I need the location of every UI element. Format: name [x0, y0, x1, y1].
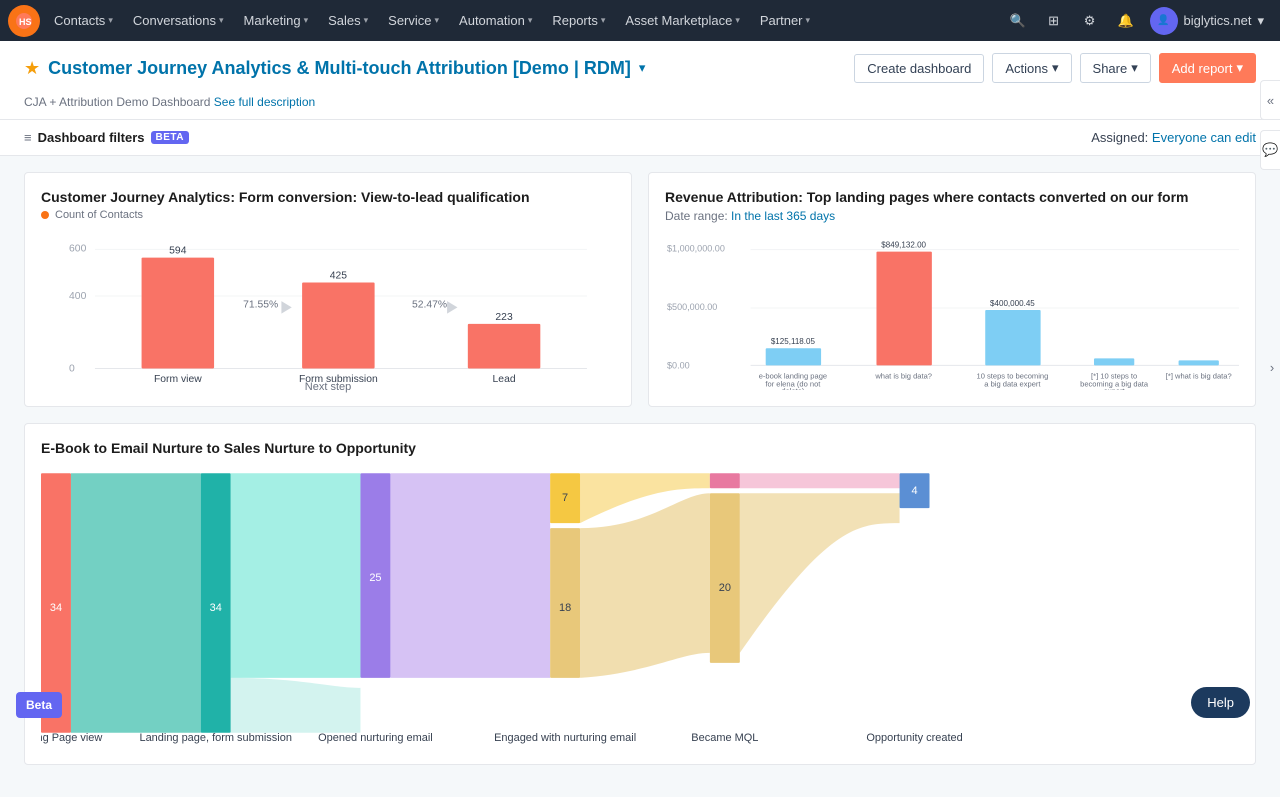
chevron-down-icon: ▾ — [1052, 60, 1059, 76]
nav-contacts[interactable]: Contacts ▾ — [44, 0, 123, 41]
chevron-down-icon: ▾ — [601, 15, 606, 26]
nav-service[interactable]: Service ▾ — [378, 0, 449, 41]
nav-marketing[interactable]: Marketing ▾ — [233, 0, 318, 41]
svg-text:400: 400 — [69, 291, 87, 302]
svg-text:$849,132.00: $849,132.00 — [881, 241, 926, 250]
svg-text:0: 0 — [69, 364, 75, 375]
marketplace-icon[interactable]: ⊞ — [1038, 5, 1070, 37]
svg-text:HS: HS — [19, 17, 32, 27]
main-content: Customer Journey Analytics: Form convers… — [0, 156, 1280, 797]
svg-text:4: 4 — [911, 485, 917, 497]
legend-dot — [41, 211, 49, 219]
svg-text:34: 34 — [210, 602, 222, 614]
page-title: Customer Journey Analytics & Multi-touch… — [48, 58, 631, 79]
top-navigation: HS Contacts ▾ Conversations ▾ Marketing … — [0, 0, 1280, 41]
svg-text:20: 20 — [719, 582, 731, 594]
nav-asset-marketplace[interactable]: Asset Marketplace ▾ — [615, 0, 749, 41]
nav-automation[interactable]: Automation ▾ — [449, 0, 542, 41]
chevron-right-icon: › — [1270, 360, 1274, 375]
svg-text:$1,000,000.00: $1,000,000.00 — [667, 244, 725, 254]
svg-text:18: 18 — [559, 602, 571, 614]
chevron-down-icon: ▾ — [1236, 60, 1243, 76]
svg-text:what is big data?: what is big data? — [874, 371, 932, 380]
chevron-down-icon: ▾ — [1131, 60, 1138, 76]
nav-conversations[interactable]: Conversations ▾ — [123, 0, 234, 41]
help-button[interactable]: Help — [1191, 687, 1250, 718]
svg-text:25: 25 — [369, 572, 381, 584]
everyone-can-edit-link[interactable]: Everyone can edit — [1152, 130, 1256, 145]
chevron-down-icon: ▾ — [806, 15, 811, 26]
sankey-title: E-Book to Email Nurture to Sales Nurture… — [41, 440, 1239, 456]
username-label: biglytics.net — [1184, 13, 1252, 28]
funnel-chart-title: Customer Journey Analytics: Form convers… — [41, 189, 615, 205]
svg-text:Form view: Form view — [154, 374, 202, 384]
assigned-label: Assigned: Everyone can edit — [1091, 130, 1256, 145]
chevron-down-icon: ▾ — [735, 15, 740, 26]
share-button[interactable]: Share ▾ — [1080, 53, 1151, 83]
hubspot-logo[interactable]: HS — [8, 5, 40, 37]
svg-text:600: 600 — [69, 243, 87, 254]
svg-text:$400,000.45: $400,000.45 — [990, 299, 1035, 308]
funnel-chart-svg: 600 400 0 594 71.55% 425 — [41, 239, 615, 384]
favorite-star-icon[interactable]: ★ — [24, 58, 40, 79]
filters-label: Dashboard filters — [38, 130, 145, 145]
sankey-svg: 34 34 25 7 — [41, 468, 1239, 748]
chevron-down-icon: ▾ — [219, 15, 224, 26]
sankey-card: E-Book to Email Nurture to Sales Nurture… — [24, 423, 1256, 765]
chevron-down-icon: ▾ — [364, 15, 369, 26]
comment-icon: 💬 — [1262, 142, 1278, 158]
nav-partner[interactable]: Partner ▾ — [750, 0, 820, 41]
see-full-description-link[interactable]: See full description — [214, 95, 315, 109]
svg-text:delete): delete) — [781, 387, 805, 390]
sankey-container: 34 34 25 7 — [41, 468, 1239, 748]
charts-row: Customer Journey Analytics: Form convers… — [24, 172, 1256, 407]
svg-text:$500,000.00: $500,000.00 — [667, 302, 717, 312]
svg-text:7: 7 — [562, 492, 568, 504]
chevron-down-icon: ▾ — [528, 15, 533, 26]
svg-text:34: 34 — [50, 602, 62, 614]
title-dropdown-icon[interactable]: ▾ — [639, 60, 646, 76]
svg-text:[*] what is big data?: [*] what is big data? — [1166, 371, 1232, 380]
svg-text:594: 594 — [169, 246, 187, 257]
bar-chart-title: Revenue Attribution: Top landing pages w… — [665, 189, 1239, 205]
collapse-icon: « — [1267, 93, 1274, 108]
add-report-button[interactable]: Add report ▾ — [1159, 53, 1256, 83]
nav-reports[interactable]: Reports ▾ — [542, 0, 615, 41]
funnel-chart-card: Customer Journey Analytics: Form convers… — [24, 172, 632, 407]
bar-chart-subtitle: Date range: In the last 365 days — [665, 209, 1239, 223]
svg-text:52.47%: 52.47% — [412, 299, 447, 310]
user-menu[interactable]: 👤 biglytics.net ▾ — [1142, 7, 1272, 35]
create-dashboard-button[interactable]: Create dashboard — [854, 54, 984, 83]
page-actions: Create dashboard Actions ▾ Share ▾ Add r… — [854, 53, 1256, 83]
chevron-down-icon: ▾ — [435, 15, 440, 26]
filters-bar: ≡ Dashboard filters BETA Assigned: Every… — [0, 120, 1280, 156]
svg-text:a big data expert: a big data expert — [984, 380, 1041, 389]
collapse-panel-button[interactable]: « — [1260, 80, 1280, 120]
svg-text:expert: expert — [1104, 387, 1126, 390]
filter-icon: ≡ — [24, 130, 32, 145]
actions-button[interactable]: Actions ▾ — [992, 53, 1071, 83]
svg-text:$0.00: $0.00 — [667, 360, 690, 370]
funnel-legend: Count of Contacts — [41, 209, 615, 221]
svg-text:223: 223 — [495, 312, 513, 323]
notifications-icon[interactable]: 🔔 — [1110, 5, 1142, 37]
bar-chart-card: Revenue Attribution: Top landing pages w… — [648, 172, 1256, 407]
comment-button[interactable]: 💬 — [1260, 130, 1280, 170]
beta-badge: BETA — [151, 131, 189, 144]
svg-text:71.55%: 71.55% — [243, 299, 278, 310]
svg-text:Lead: Lead — [493, 374, 516, 384]
avatar: 👤 — [1150, 7, 1178, 35]
breadcrumb: CJA + Attribution Demo Dashboard See ful… — [24, 91, 1256, 119]
nav-sales[interactable]: Sales ▾ — [318, 0, 378, 41]
search-icon[interactable]: 🔍 — [1002, 5, 1034, 37]
bar-chart-svg: $1,000,000.00 $500,000.00 $0.00 $125,118… — [665, 235, 1239, 390]
page-header: ★ Customer Journey Analytics & Multi-tou… — [0, 41, 1280, 120]
chevron-down-icon: ▾ — [304, 15, 309, 26]
chevron-down-icon: ▾ — [1257, 13, 1264, 29]
settings-icon[interactable]: ⚙ — [1074, 5, 1106, 37]
svg-text:425: 425 — [330, 270, 348, 281]
svg-text:$125,118.05: $125,118.05 — [771, 337, 816, 346]
beta-footer-button[interactable]: Beta — [16, 692, 62, 718]
chevron-down-icon: ▾ — [108, 15, 113, 26]
